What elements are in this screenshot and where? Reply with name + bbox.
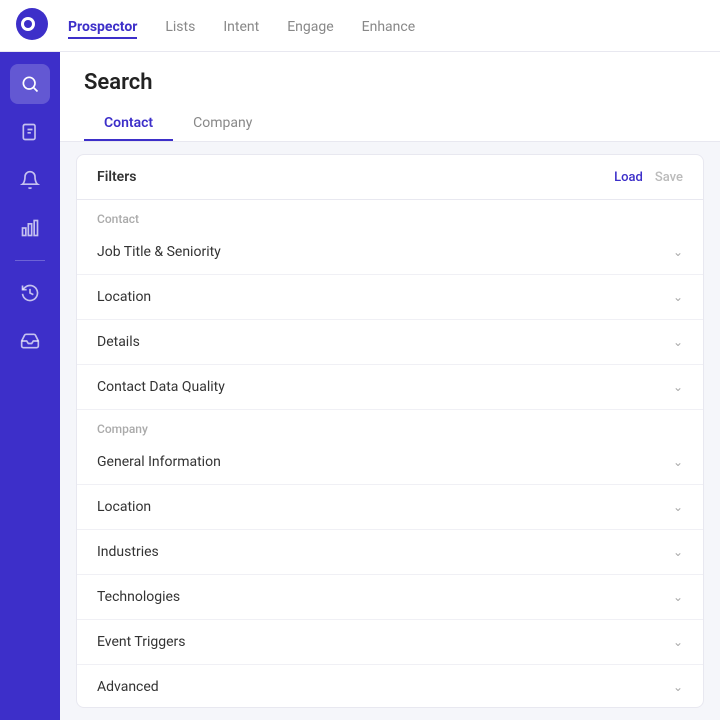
chevron-down-icon: ⌄ — [673, 335, 683, 349]
history-sidebar-icon[interactable] — [10, 273, 50, 313]
filter-event-triggers[interactable]: Event Triggers ⌄ — [77, 620, 703, 665]
tabs: Contact Company — [84, 107, 696, 141]
chevron-down-icon: ⌄ — [673, 245, 683, 259]
chevron-down-icon: ⌄ — [673, 680, 683, 694]
search-sidebar-icon[interactable] — [10, 64, 50, 104]
company-section-label: Company — [77, 410, 703, 440]
filter-general-information[interactable]: General Information ⌄ — [77, 440, 703, 485]
chevron-down-icon: ⌄ — [673, 590, 683, 604]
save-button[interactable]: Save — [655, 170, 683, 185]
chevron-down-icon: ⌄ — [673, 455, 683, 469]
content-area: Search Contact Company Filters Load Save… — [60, 52, 720, 720]
filter-advanced[interactable]: Advanced ⌄ — [77, 665, 703, 708]
nav-intent[interactable]: Intent — [223, 16, 259, 35]
bell-sidebar-icon[interactable] — [10, 160, 50, 200]
nav-links: Prospector Lists Intent Engage Enhance — [68, 16, 415, 35]
inbox-sidebar-icon[interactable] — [10, 321, 50, 361]
chevron-down-icon: ⌄ — [673, 545, 683, 559]
filter-job-title[interactable]: Job Title & Seniority ⌄ — [77, 230, 703, 275]
tab-contact[interactable]: Contact — [84, 107, 173, 141]
nav-prospector[interactable]: Prospector — [68, 16, 137, 35]
nav-engage[interactable]: Engage — [287, 16, 333, 35]
sidebar-divider — [15, 260, 45, 261]
chevron-down-icon: ⌄ — [673, 635, 683, 649]
filter-industries[interactable]: Industries ⌄ — [77, 530, 703, 575]
chevron-down-icon: ⌄ — [673, 500, 683, 514]
filter-technologies[interactable]: Technologies ⌄ — [77, 575, 703, 620]
filter-contact-data-quality[interactable]: Contact Data Quality ⌄ — [77, 365, 703, 410]
contact-section-label: Contact — [77, 200, 703, 230]
nav-lists[interactable]: Lists — [165, 16, 195, 35]
contact-book-sidebar-icon[interactable] — [10, 112, 50, 152]
filters-actions: Load Save — [614, 170, 683, 185]
sidebar — [0, 52, 60, 720]
filter-company-location[interactable]: Location ⌄ — [77, 485, 703, 530]
nav-enhance[interactable]: Enhance — [362, 16, 416, 35]
chevron-down-icon: ⌄ — [673, 380, 683, 394]
chevron-down-icon: ⌄ — [673, 290, 683, 304]
tab-company[interactable]: Company — [173, 107, 272, 141]
page-header: Search Contact Company — [60, 52, 720, 142]
filter-details[interactable]: Details ⌄ — [77, 320, 703, 365]
top-nav: Prospector Lists Intent Engage Enhance — [0, 0, 720, 52]
filters-header: Filters Load Save — [77, 155, 703, 200]
load-button[interactable]: Load — [614, 170, 643, 185]
filters-label: Filters — [97, 169, 136, 185]
filters-panel: Filters Load Save Contact Job Title & Se… — [76, 154, 704, 708]
logo[interactable] — [16, 8, 68, 44]
page-title: Search — [84, 70, 696, 95]
filter-contact-location[interactable]: Location ⌄ — [77, 275, 703, 320]
chart-sidebar-icon[interactable] — [10, 208, 50, 248]
